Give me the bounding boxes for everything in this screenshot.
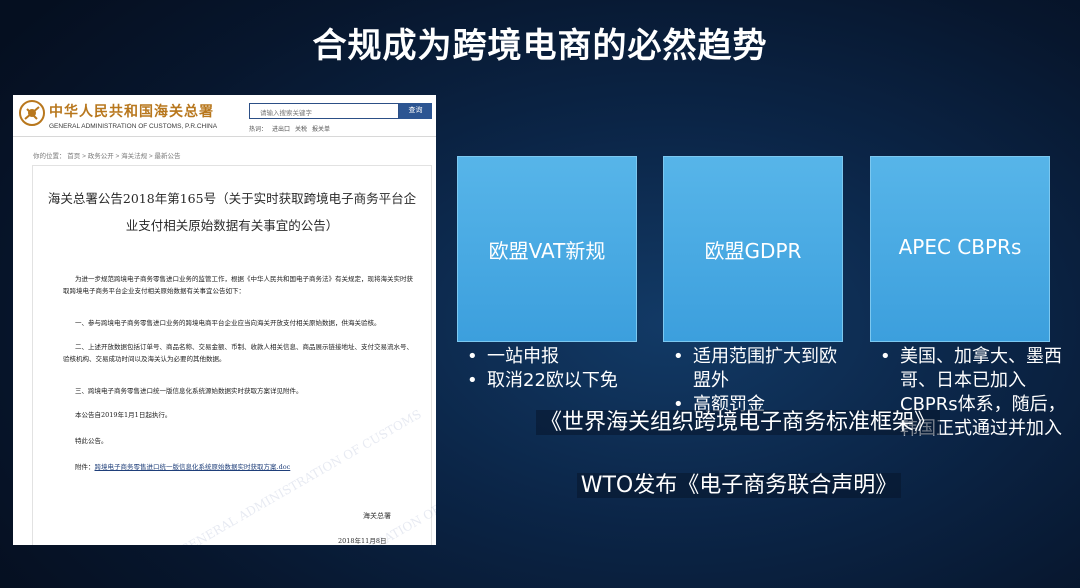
overlay-wco-framework: 《世界海关组织跨境电子商务标准框架》 <box>0 404 1080 436</box>
card-eu-gdpr: 欧盟GDPR <box>663 156 843 342</box>
document-title: 海关总署公告2018年第165号（关于实时获取跨境电子商务平台企 业支付相关原始… <box>37 185 427 239</box>
card-apec-cbprs: APEC CBPRs <box>870 156 1050 342</box>
customs-emblem-icon <box>19 100 45 126</box>
document-date: 2018年11月8日 <box>338 537 387 545</box>
document-clause-2: 二、上述开放数据包括订单号、商品名称、交易金额、币制、收款人相关信息、商品展示链… <box>63 343 413 363</box>
slide-title: 合规成为跨境电商的必然趋势 <box>312 26 768 66</box>
quick-link-tariff[interactable]: 关税 <box>295 126 307 133</box>
card-eu-vat: 欧盟VAT新规 <box>457 156 637 342</box>
list-item: 一站申报 <box>463 345 643 369</box>
breadcrumb[interactable]: 你的位置： 首页 > 政务公开 > 海关法规 > 最新公告 <box>33 150 181 160</box>
overlay-wco-framework-text: 《世界海关组织跨境电子商务标准框架》 <box>535 410 940 435</box>
document-clause-3: 三、跨境电子商务零售进口统一版信息化系统源始数据实时获取方案详见附件。 <box>75 387 303 395</box>
site-name: 中华人民共和国海关总署 <box>49 104 214 120</box>
site-name-en: GENERAL ADMINISTRATION OF CUSTOMS, P.R.C… <box>49 123 218 130</box>
site-header: 中华人民共和国海关总署 GENERAL ADMINISTRATION OF CU… <box>13 95 436 137</box>
list-item: 取消22欧以下免 <box>463 369 643 393</box>
quick-link-import-export[interactable]: 进出口 <box>272 126 290 133</box>
document-title-line-1: 海关总署公告2018年第165号（关于实时获取跨境电子商务平台企 <box>47 191 417 206</box>
list-item: 适用范围扩大到欧盟外 <box>669 345 849 393</box>
search-input[interactable]: 请输入搜索关键字 <box>249 103 399 119</box>
search-button[interactable]: 查询 <box>399 103 432 119</box>
document-closing: 特此公告。 <box>75 437 108 445</box>
document-intro: 为进一步规范跨境电子商务零售进口业务的监管工作，根据《中华人民共和国电子商务法》… <box>63 275 413 295</box>
quick-link-label: 热词： <box>249 126 268 133</box>
document-clause-1: 一、参与跨境电子商务零售进口业务的跨境电商平台企业应当向海关开放支付相关原始数据… <box>75 319 381 327</box>
bullet-list-eu-vat: 一站申报 取消22欧以下免 <box>463 345 643 393</box>
quick-link-declaration[interactable]: 报关单 <box>312 126 330 133</box>
overlay-wto-statement: WTO发布《电子商务联合声明》 <box>0 467 1080 499</box>
document-title-line-2: 业支付相关原始数据有关事宜的公告） <box>125 218 339 233</box>
quick-links: 热词： 进出口 关税 报关单 <box>249 124 335 133</box>
document-signature: 海关总署 <box>363 512 391 520</box>
overlay-wto-statement-text: WTO发布《电子商务联合声明》 <box>576 473 902 498</box>
